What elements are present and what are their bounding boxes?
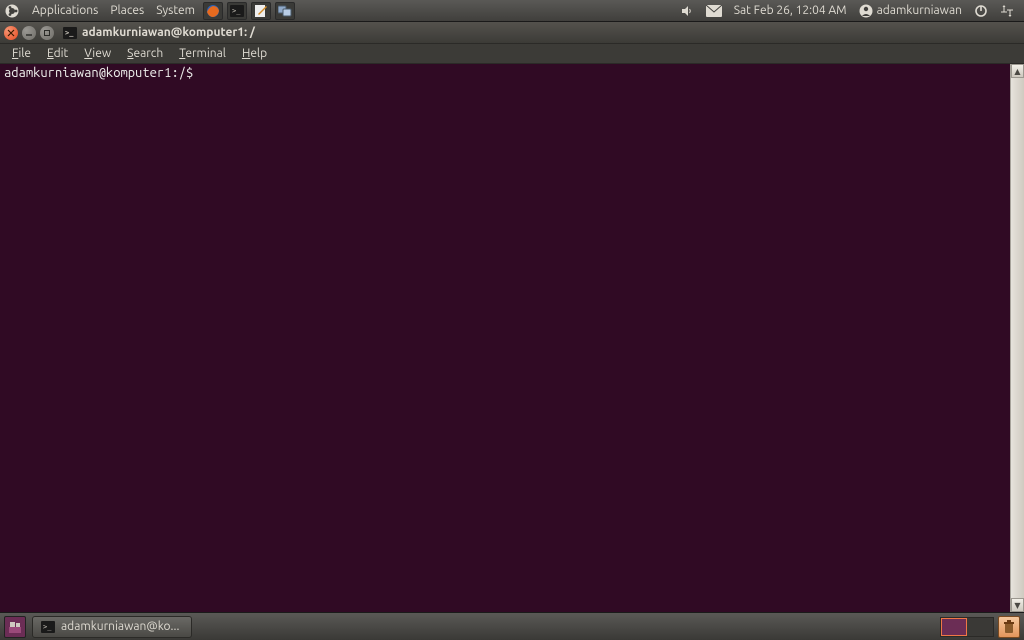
workspace-1[interactable]	[941, 618, 967, 636]
remote-desktop-launcher-icon[interactable]	[275, 2, 295, 20]
show-desktop-button[interactable]	[4, 616, 26, 638]
svg-text:>_: >_	[65, 29, 74, 37]
menu-file[interactable]: File	[4, 46, 39, 61]
window-minimize-button[interactable]	[22, 26, 36, 40]
trash-icon[interactable]	[998, 616, 1020, 638]
bottom-panel: >_ adamkurniawan@ko...	[0, 612, 1024, 640]
text-editor-launcher-icon[interactable]	[251, 2, 271, 20]
menu-edit[interactable]: Edit	[39, 46, 76, 61]
terminal-launcher-icon[interactable]: >_	[227, 2, 247, 20]
svg-text:>_: >_	[43, 623, 52, 631]
user-menu[interactable]: adamkurniawan	[853, 4, 968, 18]
workspace-switcher[interactable]	[940, 617, 994, 637]
mail-icon[interactable]	[700, 5, 728, 17]
clock[interactable]: Sat Feb 26, 12:04 AM	[728, 4, 853, 17]
menu-search[interactable]: Search	[119, 46, 171, 61]
menu-bar: File Edit View Search Terminal Help	[0, 44, 1024, 64]
applications-menu[interactable]: Applications	[26, 4, 104, 17]
menu-view[interactable]: View	[76, 46, 119, 61]
terminal-icon: >_	[41, 621, 55, 633]
system-menu[interactable]: System	[150, 4, 201, 17]
scroll-down-button[interactable]: ▼	[1011, 598, 1024, 612]
menu-help[interactable]: Help	[234, 46, 275, 61]
terminal-app-icon: >_	[62, 25, 78, 41]
terminal-area: adamkurniawan@komputer1:/$ ▲ ▼	[0, 64, 1024, 612]
volume-icon[interactable]	[674, 4, 700, 18]
power-icon[interactable]	[968, 4, 994, 18]
workspace-2[interactable]	[967, 618, 993, 636]
username-label: adamkurniawan	[877, 4, 962, 17]
svg-text:>_: >_	[232, 7, 241, 15]
terminal-output[interactable]: adamkurniawan@komputer1:/$	[0, 64, 1010, 612]
window-title: adamkurniawan@komputer1: /	[82, 26, 255, 39]
window-close-button[interactable]	[4, 26, 18, 40]
taskbar-label: adamkurniawan@ko...	[61, 620, 179, 633]
shell-prompt: adamkurniawan@komputer1:/$	[4, 66, 201, 80]
window-maximize-button[interactable]	[40, 26, 54, 40]
top-panel: Applications Places System >_ Sat Feb 26…	[0, 0, 1024, 22]
network-icon[interactable]	[994, 4, 1020, 18]
window-title-bar[interactable]: >_ adamkurniawan@komputer1: /	[0, 22, 1024, 44]
ubuntu-logo-icon[interactable]	[4, 3, 20, 19]
places-menu[interactable]: Places	[104, 4, 150, 17]
vertical-scrollbar[interactable]: ▲ ▼	[1010, 64, 1024, 612]
scroll-up-button[interactable]: ▲	[1011, 64, 1024, 78]
taskbar-terminal-button[interactable]: >_ adamkurniawan@ko...	[32, 616, 192, 638]
menu-terminal[interactable]: Terminal	[171, 46, 234, 61]
firefox-launcher-icon[interactable]	[203, 2, 223, 20]
